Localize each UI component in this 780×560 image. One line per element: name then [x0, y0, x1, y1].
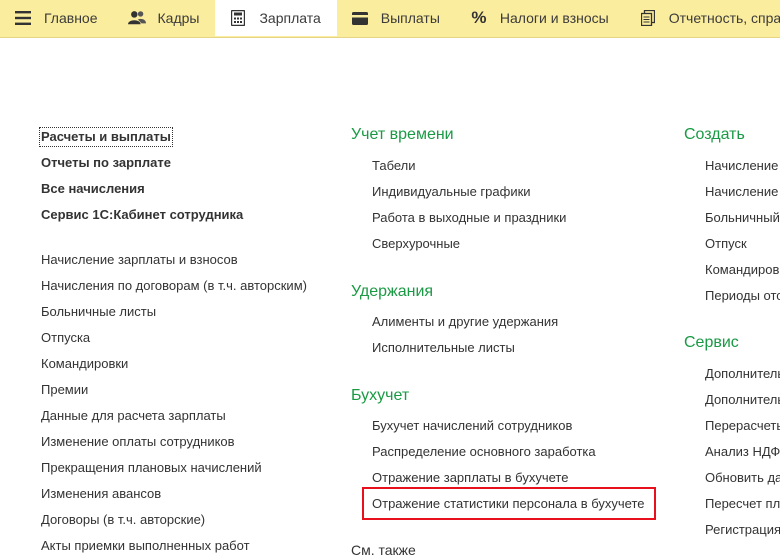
section-heading-deductions: Удержания: [351, 283, 434, 300]
tab-label: Налоги и взносы: [499, 10, 609, 26]
create-link-sick-leave[interactable]: Больничный: [705, 210, 780, 226]
tab-reports[interactable]: Отчетность, справки: [625, 0, 780, 36]
service-link-update-data[interactable]: Обновить да: [705, 470, 780, 486]
link-contracts[interactable]: Договоры (в т.ч. авторские): [41, 512, 205, 528]
tab-label: Отчетность, справки: [668, 10, 780, 26]
link-alimony-deductions[interactable]: Алименты и другие удержания: [372, 314, 558, 330]
create-link-absence-periods[interactable]: Периоды отс: [705, 288, 780, 304]
people-icon: [127, 9, 146, 27]
tab-label: Главное: [44, 10, 98, 26]
service-link-recalculation[interactable]: Перерасчеть: [705, 418, 780, 434]
tab-taxes[interactable]: % Налоги и взносы: [456, 0, 625, 36]
section-heading-service: Сервис: [684, 334, 739, 351]
link-advance-changes[interactable]: Изменения авансов: [41, 486, 161, 502]
link-writs-of-execution[interactable]: Исполнительные листы: [372, 340, 515, 356]
link-individual-schedules[interactable]: Индивидуальные графики: [372, 184, 531, 200]
link-all-accruals[interactable]: Все начисления: [41, 181, 145, 197]
link-accruals-accounting[interactable]: Бухучет начислений сотрудников: [372, 418, 572, 434]
service-link-additional-1[interactable]: Дополнитель: [705, 366, 780, 382]
create-link-vacation[interactable]: Отпуск: [705, 236, 747, 252]
calculator-icon: [229, 9, 247, 27]
tab-label: Кадры: [157, 10, 200, 26]
link-sick-leaves[interactable]: Больничные листы: [41, 304, 156, 320]
menu-lines-icon: [14, 9, 32, 27]
tab-hr[interactable]: Кадры: [114, 0, 216, 36]
tab-label: Зарплата: [259, 10, 321, 26]
link-planned-accrual-stops[interactable]: Прекращения плановых начислений: [41, 460, 262, 476]
tab-label: Выплаты: [380, 10, 440, 26]
link-holiday-work[interactable]: Работа в выходные и праздники: [372, 210, 566, 226]
link-payroll-calculations[interactable]: Расчеты и выплаты: [39, 127, 173, 147]
link-salary-in-accounting[interactable]: Отражение зарплаты в бухучете: [372, 470, 568, 486]
percent-icon: %: [471, 8, 487, 27]
create-link-accrual-1[interactable]: Начисление: [705, 158, 778, 174]
link-base-earnings-distribution[interactable]: Распределение основного заработка: [372, 444, 596, 460]
link-pay-changes[interactable]: Изменение оплаты сотрудников: [41, 434, 235, 450]
service-link-registration[interactable]: Регистрация: [705, 522, 780, 538]
tab-salary[interactable]: Зарплата: [215, 0, 337, 36]
link-overtime[interactable]: Сверхурочные: [372, 236, 460, 252]
link-vacations[interactable]: Отпуска: [41, 330, 90, 346]
link-salary-calc-data[interactable]: Данные для расчета зарплаты: [41, 408, 226, 424]
section-heading-time-tracking: Учет времени: [351, 126, 454, 143]
tab-payments[interactable]: Выплаты: [337, 0, 456, 36]
link-employee-cabinet-service[interactable]: Сервис 1С:Кабинет сотрудника: [41, 207, 243, 223]
link-timesheets[interactable]: Табели: [372, 158, 416, 174]
highlight-frame: [362, 487, 656, 520]
link-contract-accruals[interactable]: Начисления по договорам (в т.ч. авторски…: [41, 278, 307, 294]
link-salary-accrual[interactable]: Начисление зарплаты и взносов: [41, 252, 238, 268]
documents-icon: [639, 9, 657, 27]
service-link-ndfl-analysis[interactable]: Анализ НДФ: [705, 444, 780, 460]
wallet-icon: [351, 9, 369, 27]
section-heading-create: Создать: [684, 126, 745, 143]
create-link-business-trip[interactable]: Командиров: [705, 262, 779, 278]
service-link-additional-2[interactable]: Дополнитель: [705, 392, 780, 408]
service-link-plan-recalc[interactable]: Пересчет пл: [705, 496, 780, 512]
section-tab-bar: Главное Кадры Зарплата Выплаты % Налоги …: [0, 0, 780, 38]
section-heading-accounting: Бухучет: [351, 387, 410, 404]
section-heading-see-also[interactable]: См. также: [351, 540, 416, 560]
link-bonuses[interactable]: Премии: [41, 382, 88, 398]
tab-main[interactable]: Главное: [0, 0, 114, 36]
link-business-trips[interactable]: Командировки: [41, 356, 128, 372]
link-payroll-reports[interactable]: Отчеты по зарплате: [41, 155, 171, 171]
create-link-accrual-2[interactable]: Начисление: [705, 184, 778, 200]
